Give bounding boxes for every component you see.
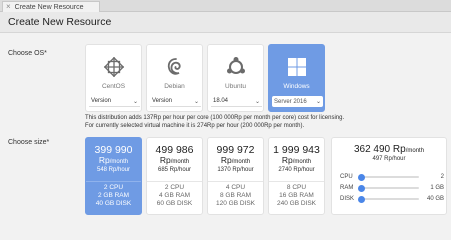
tab-title: Create New Resource: [14, 3, 84, 11]
custom-size-plan[interactable]: 362 490 Rp/month 497 Rp/hour CPU 2 RAM 1…: [331, 137, 447, 215]
slider-handle[interactable]: [357, 195, 365, 203]
choose-os-label: Choose OS*: [8, 50, 47, 57]
os-name: Ubuntu: [225, 83, 246, 90]
version-value: Version: [91, 98, 112, 104]
slider-handle[interactable]: [357, 173, 365, 181]
os-version-select[interactable]: Server 2016 ⌄: [272, 96, 323, 107]
divider: [86, 181, 141, 182]
os-name: Windows: [283, 83, 310, 90]
version-value: Server 2016: [274, 98, 307, 105]
plan-specs: 8 CPU 16 GB RAM 240 GB DISK: [276, 184, 317, 207]
os-version-select[interactable]: Version ⌄: [89, 96, 140, 107]
plan-unit: Rp/month: [281, 155, 312, 165]
page-title: Create New Resource: [0, 12, 451, 33]
version-value: Version: [152, 98, 173, 104]
os-name: Debian: [164, 83, 185, 90]
version-value: 18.04: [213, 98, 229, 104]
os-option-windows[interactable]: Windows Server 2016 ⌄: [268, 44, 325, 112]
custom-hourly: 497 Rp/hour: [372, 156, 406, 162]
plan-hourly: 548 Rp/hour: [96, 167, 131, 173]
windows-icon: [269, 56, 324, 78]
size-plan-2[interactable]: 499 986 Rp/month 685 Rp/hour 2 CPU 4 GB …: [146, 137, 203, 215]
os-version-select[interactable]: Version ⌄: [150, 96, 201, 107]
disk-slider-row: DISK 40 GB: [340, 195, 444, 203]
custom-price: 362 490 Rp/month: [353, 144, 425, 155]
centos-icon: [86, 56, 141, 78]
ram-slider-row: RAM 1 GB: [340, 184, 444, 192]
chevron-down-icon: ⌄: [132, 98, 138, 105]
divider: [147, 181, 202, 182]
plan-hourly: 2740 Rp/hour: [278, 167, 315, 173]
debian-icon: [147, 56, 202, 78]
size-plan-3[interactable]: 999 972 Rp/month 1370 Rp/hour 4 CPU 8 GB…: [207, 137, 264, 215]
chevron-down-icon: ⌄: [193, 98, 199, 105]
divider: [208, 181, 263, 182]
plan-hourly: 1370 Rp/hour: [217, 167, 254, 173]
license-note-line1: This distribution adds 137Rp per hour pe…: [85, 115, 345, 121]
choose-size-label: Choose size*: [8, 139, 50, 146]
cpu-slider[interactable]: [357, 173, 419, 181]
plan-hourly: 685 Rp/hour: [157, 167, 192, 173]
chevron-down-icon: ⌄: [315, 99, 321, 105]
os-version-select[interactable]: 18.04 ⌄: [211, 96, 262, 107]
ram-slider[interactable]: [357, 184, 419, 192]
os-name: CentOS: [101, 83, 126, 90]
plan-specs: 2 CPU 4 GB RAM 60 GB DISK: [156, 184, 193, 207]
size-plan-4[interactable]: 1 999 943 Rp/month 2740 Rp/hour 8 CPU 16…: [268, 137, 325, 215]
slider-value: 1 GB: [430, 185, 444, 191]
divider: [269, 181, 324, 182]
chevron-down-icon: ⌄: [254, 98, 260, 105]
close-icon[interactable]: ×: [6, 3, 11, 11]
slider-label: DISK: [340, 196, 355, 202]
disk-slider[interactable]: [357, 195, 419, 203]
tab-bar: × Create New Resource: [0, 0, 451, 12]
os-option-debian[interactable]: Debian Version ⌄: [146, 44, 203, 112]
slider-value: 2: [440, 174, 444, 180]
slider-label: CPU: [340, 174, 353, 180]
ubuntu-icon: [208, 56, 263, 78]
os-option-centos[interactable]: CentOS Version ⌄: [85, 44, 142, 112]
plan-unit: Rp/month: [220, 155, 251, 165]
cpu-slider-row: CPU 2: [340, 173, 444, 181]
plan-unit: Rp/month: [98, 155, 129, 165]
license-note-line2: For currently selected virtual machine i…: [85, 123, 305, 129]
plan-unit: Rp/month: [159, 155, 190, 165]
slider-handle[interactable]: [357, 184, 365, 192]
os-option-ubuntu[interactable]: Ubuntu 18.04 ⌄: [207, 44, 264, 112]
size-plan-1[interactable]: 399 990 Rp/month 548 Rp/hour 2 CPU 2 GB …: [85, 137, 142, 215]
plan-specs: 4 CPU 8 GB RAM 120 GB DISK: [215, 184, 256, 207]
plan-specs: 2 CPU 2 GB RAM 40 GB DISK: [95, 184, 132, 207]
slider-value: 40 GB: [426, 196, 444, 202]
slider-label: RAM: [340, 185, 354, 191]
tab-create-resource[interactable]: × Create New Resource: [2, 1, 100, 12]
